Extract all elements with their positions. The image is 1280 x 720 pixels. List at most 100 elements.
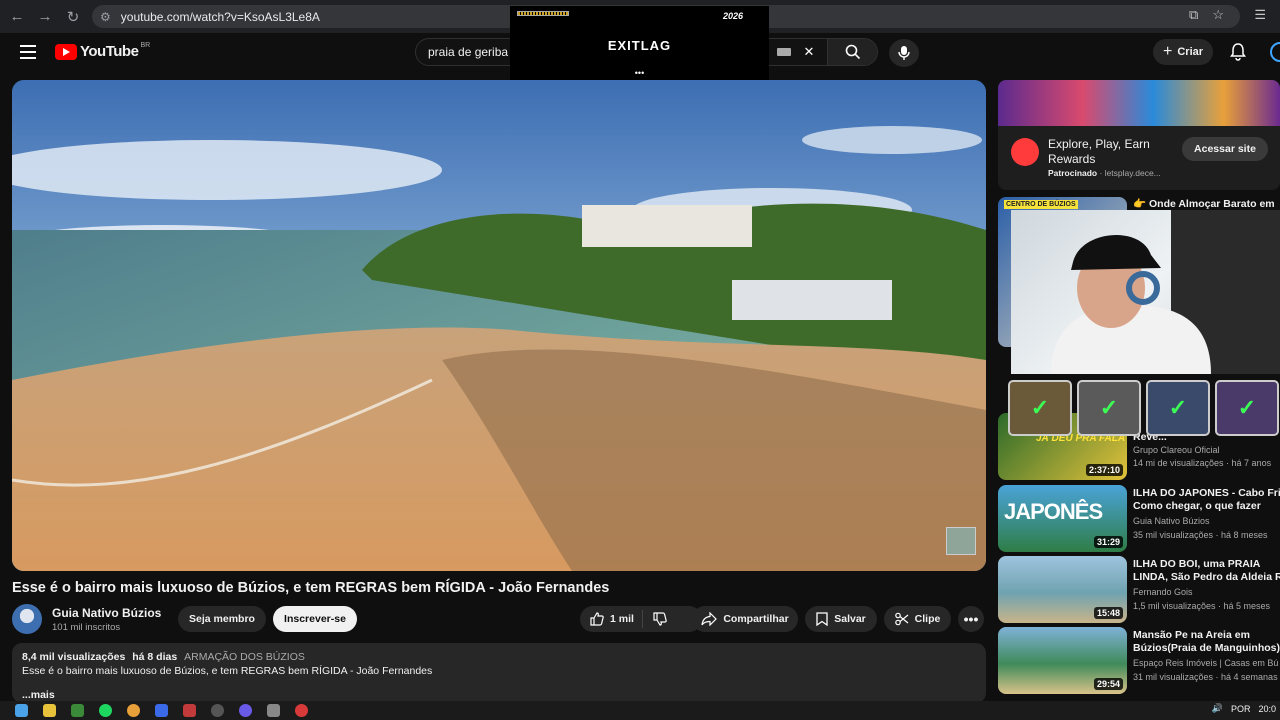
join-button[interactable]: Seja membro	[178, 606, 266, 632]
steam-icon[interactable]	[211, 704, 224, 717]
rec-thumbnail-3[interactable]: JAPONÊS 31:29	[998, 485, 1127, 552]
rec-thumb-text-1: CENTRO DE BÚZIOS	[1004, 200, 1078, 209]
rec-duration-5: 29:54	[1093, 678, 1123, 690]
rec-title-4-line2[interactable]: LINDA, São Pedro da Aldeia RJ	[1133, 570, 1280, 584]
clear-search-icon[interactable]: ✕	[797, 44, 821, 60]
more-actions-button[interactable]: •••	[958, 606, 984, 632]
forward-icon[interactable]: →	[34, 6, 56, 28]
record-icon[interactable]	[295, 704, 308, 717]
rec-channel-5[interactable]: Espaço Reis Imóveis | Casas em Bú	[1133, 658, 1278, 668]
show-more-link[interactable]: ...mais	[22, 689, 976, 701]
exitlag-overlay: 2026 EXITLAG •••	[510, 6, 769, 80]
rec-thumbnail-5[interactable]: 29:54	[998, 627, 1127, 694]
scissors-icon	[894, 612, 909, 626]
create-label: Criar	[1177, 46, 1204, 58]
chrome-icon[interactable]	[127, 704, 140, 717]
upload-age: há 8 dias	[132, 651, 178, 663]
clock[interactable]: 20:0	[1258, 704, 1276, 714]
install-icon[interactable]: ⧉	[1189, 7, 1198, 23]
discord-icon[interactable]	[239, 704, 252, 717]
video-title: Esse é o bairro mais luxuoso de Búzios, …	[12, 580, 610, 596]
rec-thumb-text-3: JAPONÊS	[1004, 499, 1103, 524]
rec-title-1[interactable]: 👉 Onde Almoçar Barato em	[1133, 197, 1280, 211]
clip-button[interactable]: Clipe	[884, 606, 951, 632]
streamer-camera	[1051, 210, 1280, 374]
description-box[interactable]: 8,4 mil visualizações há 8 dias ARMAÇÃO …	[12, 643, 986, 703]
rec-duration-2: 2:37:10	[1085, 464, 1123, 476]
url-text: youtube.com/watch?v=KsoAsL3Le8A	[120, 9, 320, 24]
description-text: Esse é o bairro mais luxuoso de Búzios, …	[22, 665, 433, 677]
channel-avatar[interactable]	[12, 604, 42, 634]
app-icon[interactable]	[155, 704, 168, 717]
logo-region: BR	[140, 42, 151, 49]
advertiser-logo	[1011, 138, 1039, 166]
rec-stats-4: 1,5 mil visualizações · há 5 meses	[1133, 601, 1271, 611]
overlay-dots: •••	[634, 68, 645, 78]
rec-duration-4: 15:48	[1093, 607, 1123, 619]
logo-text: YouTube	[80, 43, 139, 60]
reload-icon[interactable]: ↻	[62, 6, 84, 28]
rec-stats-2: 14 mi de visualizações · há 7 anos	[1133, 458, 1272, 468]
game-launcher-icon[interactable]	[71, 704, 84, 717]
language-indicator[interactable]: POR	[1231, 704, 1251, 714]
notifications-button[interactable]	[1230, 43, 1246, 66]
spotify-icon[interactable]	[99, 704, 112, 717]
thumbs-down-icon	[653, 612, 667, 626]
video-player[interactable]	[12, 80, 986, 571]
microphone-icon	[898, 46, 910, 60]
rec-title-5-line2[interactable]: Búzios(Praia de Manguinhos)	[1133, 641, 1280, 655]
account-avatar[interactable]	[1270, 42, 1280, 62]
bookmark-star-icon[interactable]: ☆	[1212, 7, 1224, 23]
check-card-2: ✓	[1077, 380, 1141, 436]
obs-icon[interactable]	[267, 704, 280, 717]
check-card-4: ✓	[1215, 380, 1279, 436]
rec-title-4[interactable]: ILHA DO BOI, uma PRAIA	[1133, 557, 1280, 571]
overlay-badge: 2026	[722, 11, 743, 21]
thumbs-up-icon	[590, 612, 604, 626]
volume-icon[interactable]: 🔊	[1212, 703, 1223, 714]
ad-domain: letsplay.dece...	[1104, 168, 1161, 178]
like-button[interactable]: 1 mil	[580, 610, 643, 628]
visit-site-button[interactable]: Acessar site	[1182, 137, 1268, 161]
youtube-logo[interactable]: YouTube BR	[55, 42, 151, 60]
rec-title-3-line2[interactable]: Como chegar, o que fazer	[1133, 499, 1280, 513]
ad-sponsor-line: Patrocinado · letsplay.dece...	[1048, 168, 1161, 178]
menu-icon[interactable]	[20, 45, 36, 59]
rec-title-5[interactable]: Mansão Pe na Areia em	[1133, 628, 1280, 642]
save-button[interactable]: Salvar	[805, 606, 877, 632]
back-icon[interactable]: ←	[6, 6, 28, 28]
dislike-button[interactable]	[643, 612, 667, 626]
rec-title-3[interactable]: ILHA DO JAPONES - Cabo Frio	[1133, 486, 1280, 500]
share-button[interactable]: Compartilhar	[692, 606, 798, 632]
share-label: Compartilhar	[723, 613, 789, 625]
rec-channel-3[interactable]: Guia Nativo Búzios	[1133, 516, 1210, 526]
description-meta: 8,4 mil visualizações há 8 dias ARMAÇÃO …	[22, 651, 976, 663]
voice-search-button[interactable]	[889, 39, 919, 67]
ad-banner-image[interactable]	[998, 80, 1280, 126]
rec-channel-4[interactable]: Fernando Gois	[1133, 587, 1193, 597]
loading-bar	[517, 11, 569, 16]
bell-icon	[1230, 43, 1246, 61]
video-frame	[12, 80, 986, 571]
create-button[interactable]: + Criar	[1153, 39, 1214, 65]
browser-menu-icon[interactable]: ☰	[1254, 7, 1266, 23]
location-tag[interactable]: ARMAÇÃO DOS BÚZIOS	[184, 651, 305, 663]
save-label: Salvar	[834, 613, 866, 625]
file-explorer-icon[interactable]	[43, 704, 56, 717]
like-dislike-group: 1 mil	[580, 606, 702, 632]
ad-title[interactable]: Explore, Play, Earn Rewards	[1048, 137, 1168, 167]
rec-channel-2[interactable]: Grupo Clareou Oficial	[1133, 445, 1220, 455]
search-button[interactable]	[827, 39, 877, 65]
subscribe-button[interactable]: Inscrever-se	[273, 606, 357, 632]
windows-start-icon[interactable]	[15, 704, 28, 717]
rec-thumbnail-4[interactable]: 15:48	[998, 556, 1127, 623]
sponsored-label: Patrocinado	[1048, 168, 1098, 178]
rec-duration-3: 31:29	[1093, 536, 1123, 548]
news-icon[interactable]	[183, 704, 196, 717]
site-settings-icon[interactable]: ⚙	[100, 10, 111, 24]
webcam-overlay	[1011, 210, 1280, 374]
exitlag-logo: EXITLAG	[607, 38, 672, 53]
keyboard-icon[interactable]	[777, 48, 791, 56]
plus-icon: +	[1163, 43, 1173, 60]
channel-name[interactable]: Guia Nativo Búzios	[52, 606, 161, 620]
